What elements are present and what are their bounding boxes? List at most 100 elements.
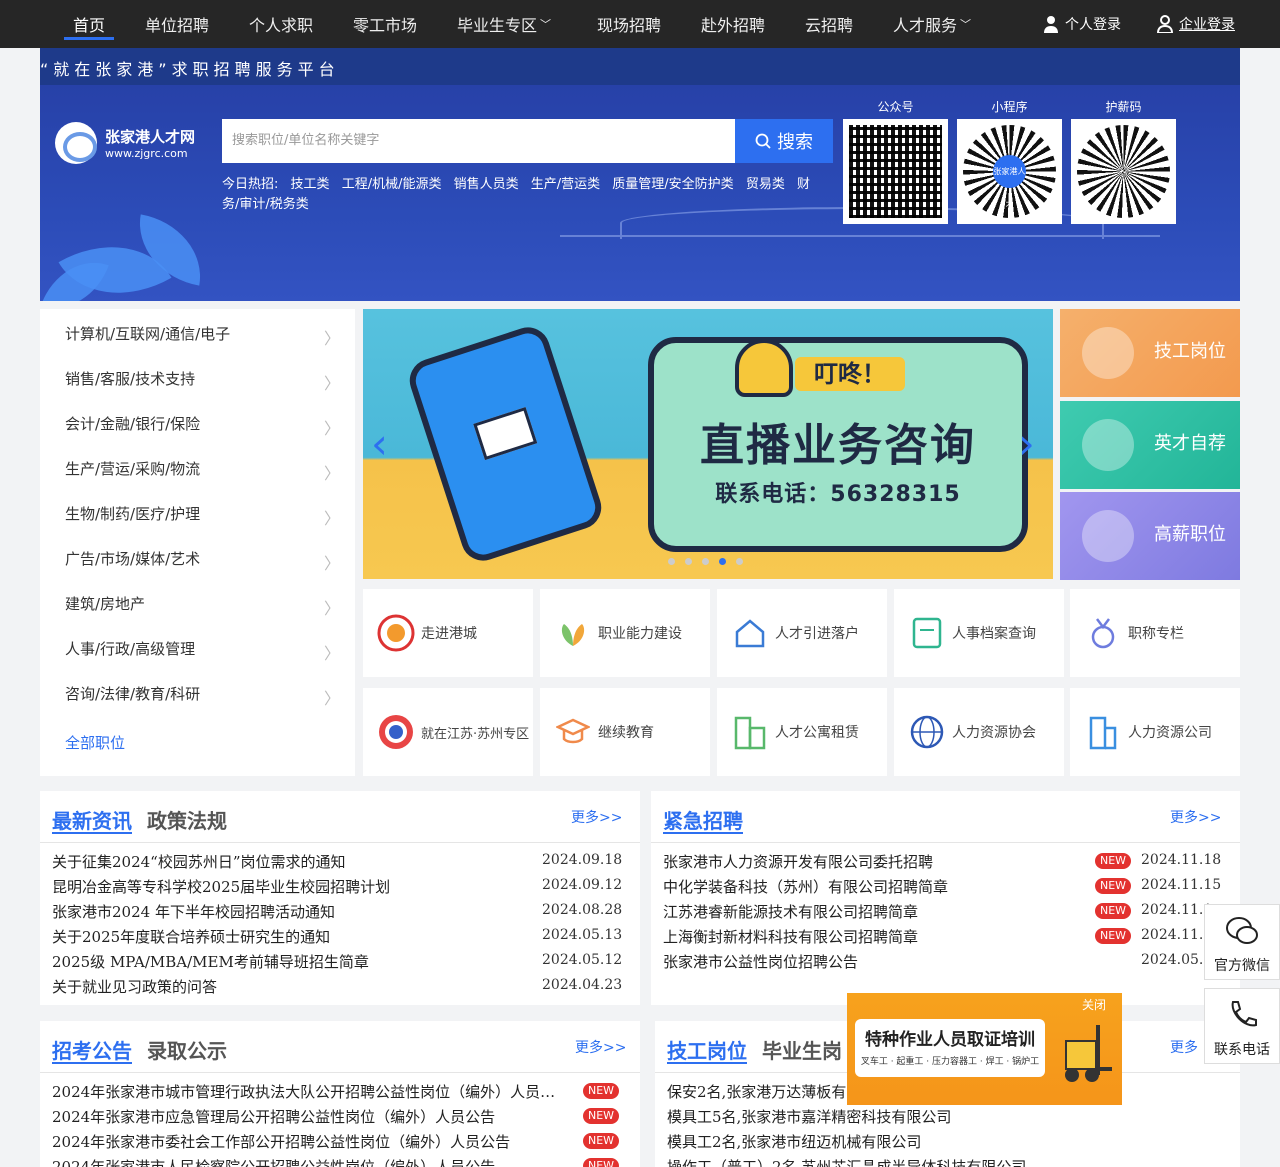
qr-code-miniprogram: 张家港人才 (957, 119, 1062, 224)
urgent-item[interactable]: 张家港市人力资源开发有限公司委托招聘 (663, 851, 1083, 872)
tab-latest-news[interactable]: 最新资讯 (52, 805, 132, 834)
globe-icon (908, 713, 946, 751)
urgent-item[interactable]: 上海衡封新材料科技有限公司招聘简章 (663, 926, 1083, 947)
urgent-more-link[interactable]: 更多>> (1170, 807, 1221, 827)
hot-item[interactable]: 质量管理/安全防护类 (612, 177, 733, 192)
carousel-dot[interactable] (736, 558, 743, 565)
site-logo[interactable]: 张家港人才网 www.zjgrc.com (55, 122, 195, 164)
slogan-bar: “就在张家港”求职招聘服务平台 (40, 48, 1240, 85)
exam-item[interactable]: 2024年张家港市城市管理行政执法大队公开招聘公益性岗位（编外）人员… (52, 1081, 582, 1102)
carousel-dot[interactable] (702, 558, 709, 565)
nav-talent-service[interactable]: 人才服务 ﹀ (893, 12, 971, 36)
skill-item[interactable]: 模具工2名,张家港市纽迈机械有限公司 (667, 1131, 1227, 1152)
nav-company-recruit[interactable]: 单位招聘 (145, 12, 209, 36)
category-label: 计算机/互联网/通信/电子 (65, 325, 231, 343)
nav-cloud[interactable]: 云招聘 (805, 12, 853, 36)
floating-ad[interactable]: 关闭 特种作业人员取证培训 叉车工 · 起重工 · 压力容器工 · 焊工 · 锅… (847, 993, 1122, 1105)
quicklink-settle[interactable]: 人才引进落户 (717, 589, 887, 677)
quicklink-archive[interactable]: 人事档案查询 (894, 589, 1064, 677)
tile-high-salary[interactable]: 高薪职位 (1060, 492, 1240, 580)
exam-item[interactable]: 2024年张家港市委社会工作部公开招聘公益性岗位（编外）人员公告 (52, 1131, 582, 1152)
tab-policies[interactable]: 政策法规 (147, 805, 227, 834)
office-building-icon (1084, 713, 1122, 751)
news-item[interactable]: 2025级 MPA/MBA/MEM考前辅导班招生简章 (52, 951, 522, 972)
ad-close-button[interactable]: 关闭 (1082, 996, 1106, 1013)
nav-onsite[interactable]: 现场招聘 (597, 12, 661, 36)
category-item[interactable]: 广告/市场/媒体/艺术 〉 (65, 548, 340, 573)
urgent-item[interactable]: 江苏港睿新能源技术有限公司招聘简章 (663, 901, 1083, 922)
news-item[interactable]: 关于就业见习政策的问答 (52, 976, 522, 997)
tile-label: 高薪职位 (1154, 524, 1226, 545)
hot-jobs: 今日热招: 技工类 工程/机械/能源类 销售人员类 生产/营运类 质量管理/安全… (222, 175, 812, 215)
nav-home[interactable]: 首页 (73, 12, 105, 36)
skill-more-link[interactable]: 更多 (1170, 1037, 1198, 1057)
category-item[interactable]: 计算机/互联网/通信/电子 〉 (65, 323, 340, 348)
quicklink-city[interactable]: 走进港城 (363, 589, 533, 677)
tab-urgent-recruit[interactable]: 紧急招聘 (663, 805, 743, 834)
category-item[interactable]: 人事/行政/高级管理 〉 (65, 638, 340, 663)
tile-self-recommend[interactable]: 英才自荐 (1060, 401, 1240, 489)
carousel-prev-icon[interactable]: ‹ (371, 419, 388, 468)
carousel-dot[interactable] (668, 558, 675, 565)
category-item[interactable]: 生物/制药/医疗/护理 〉 (65, 503, 340, 528)
category-item[interactable]: 会计/金融/银行/保险 〉 (65, 413, 340, 438)
nav-graduates-label: 毕业生专区 (457, 16, 538, 35)
tab-skilled-jobs[interactable]: 技工岗位 (667, 1035, 747, 1064)
quicklink-apartment[interactable]: 人才公寓租赁 (717, 688, 887, 776)
qr-code-image (1077, 125, 1170, 218)
quicklink-hr-company[interactable]: 人力资源公司 (1070, 688, 1240, 776)
carousel-dot[interactable] (719, 558, 726, 565)
sprout-icon (554, 614, 592, 652)
nav-gig-market[interactable]: 零工市场 (353, 12, 417, 36)
nav-job-seeking[interactable]: 个人求职 (249, 12, 313, 36)
search-input[interactable]: 搜索职位/单位名称关键字 (222, 119, 735, 163)
new-badge: NEW (1095, 878, 1132, 894)
phone-illustration (404, 321, 607, 567)
tab-admission[interactable]: 录取公示 (147, 1035, 227, 1064)
contact-phone-button[interactable]: 联系电话 (1204, 988, 1280, 1064)
category-item[interactable]: 建筑/房地产 〉 (65, 593, 340, 618)
category-item[interactable]: 生产/营运/采购/物流 〉 (65, 458, 340, 483)
quicklink-hr-association[interactable]: 人力资源协会 (894, 688, 1064, 776)
hot-item[interactable]: 销售人员类 (454, 177, 519, 192)
quicklink-education[interactable]: 继续教育 (540, 688, 710, 776)
hot-item[interactable]: 工程/机械/能源类 (342, 177, 442, 192)
skill-item[interactable]: 模具工5名,张家港市嘉洋精密科技有限公司 (667, 1106, 1227, 1127)
news-item[interactable]: 关于征集2024“校园苏州日”岗位需求的通知 (52, 851, 522, 872)
chevron-right-icon: 〉 (323, 419, 340, 438)
tile-label: 英才自荐 (1154, 433, 1226, 454)
quicklink-title[interactable]: 职称专栏 (1070, 589, 1240, 677)
exam-item[interactable]: 2024年张家港市应急管理局公开招聘公益性岗位（编外）人员公告 (52, 1106, 582, 1127)
nav-graduates[interactable]: 毕业生专区 ﹀ (457, 12, 551, 36)
all-jobs-link[interactable]: 全部职位 (65, 732, 125, 753)
urgent-item[interactable]: 中化学装备科技（苏州）有限公司招聘简章 (663, 876, 1083, 897)
exam-more-link[interactable]: 更多>> (575, 1037, 626, 1057)
hot-item[interactable]: 生产/营运类 (531, 177, 600, 192)
quicklink-suzhou[interactable]: 就在江苏·苏州专区 (363, 688, 533, 776)
quicklink-skill-building[interactable]: 职业能力建设 (540, 589, 710, 677)
banner-carousel[interactable]: 叮咚！ 直播业务咨询 联系电话：56328315 ‹ › (363, 309, 1053, 579)
news-item[interactable]: 张家港市2024 年下半年校园招聘活动通知 (52, 901, 522, 922)
carousel-dot[interactable] (685, 558, 692, 565)
search-button[interactable]: 搜索 (735, 119, 833, 163)
category-item[interactable]: 销售/客服/技术支持 〉 (65, 368, 340, 393)
news-item[interactable]: 昆明冶金高等专科学校2025届毕业生校园招聘计划 (52, 876, 522, 897)
personal-login-link[interactable]: 个人登录 (1043, 14, 1121, 34)
tab-exam-notice[interactable]: 招考公告 (52, 1035, 132, 1064)
nav-outside[interactable]: 赴外招聘 (701, 12, 765, 36)
category-item[interactable]: 咨询/法律/教育/科研 〉 (65, 683, 340, 708)
official-wechat-button[interactable]: 官方微信 (1204, 904, 1280, 980)
news-item[interactable]: 关于2025年度联合培养硕士研究生的通知 (52, 926, 522, 947)
exam-item[interactable]: 2024年张家港市人民检察院公开招聘公益性岗位（编外）人员公告 (52, 1156, 582, 1167)
urgent-item[interactable]: 张家港市公益性岗位招聘公告 (663, 951, 1083, 972)
tab-graduate-jobs[interactable]: 毕业生岗 (762, 1035, 842, 1064)
carousel-next-icon[interactable]: › (1018, 419, 1035, 468)
hot-item[interactable]: 技工类 (291, 177, 330, 192)
new-badge: NEW (1095, 853, 1132, 869)
company-login-link[interactable]: 企业登录 (1157, 14, 1235, 34)
skill-item[interactable]: 操作工（普工）2名,苏州芯汇晶成半导体科技有限公司 (667, 1156, 1227, 1167)
news-more-link[interactable]: 更多>> (571, 807, 622, 827)
hot-item[interactable]: 贸易类 (746, 177, 785, 192)
tile-skilled-jobs[interactable]: 技工岗位 (1060, 309, 1240, 397)
phone-icon (1231, 1001, 1257, 1027)
